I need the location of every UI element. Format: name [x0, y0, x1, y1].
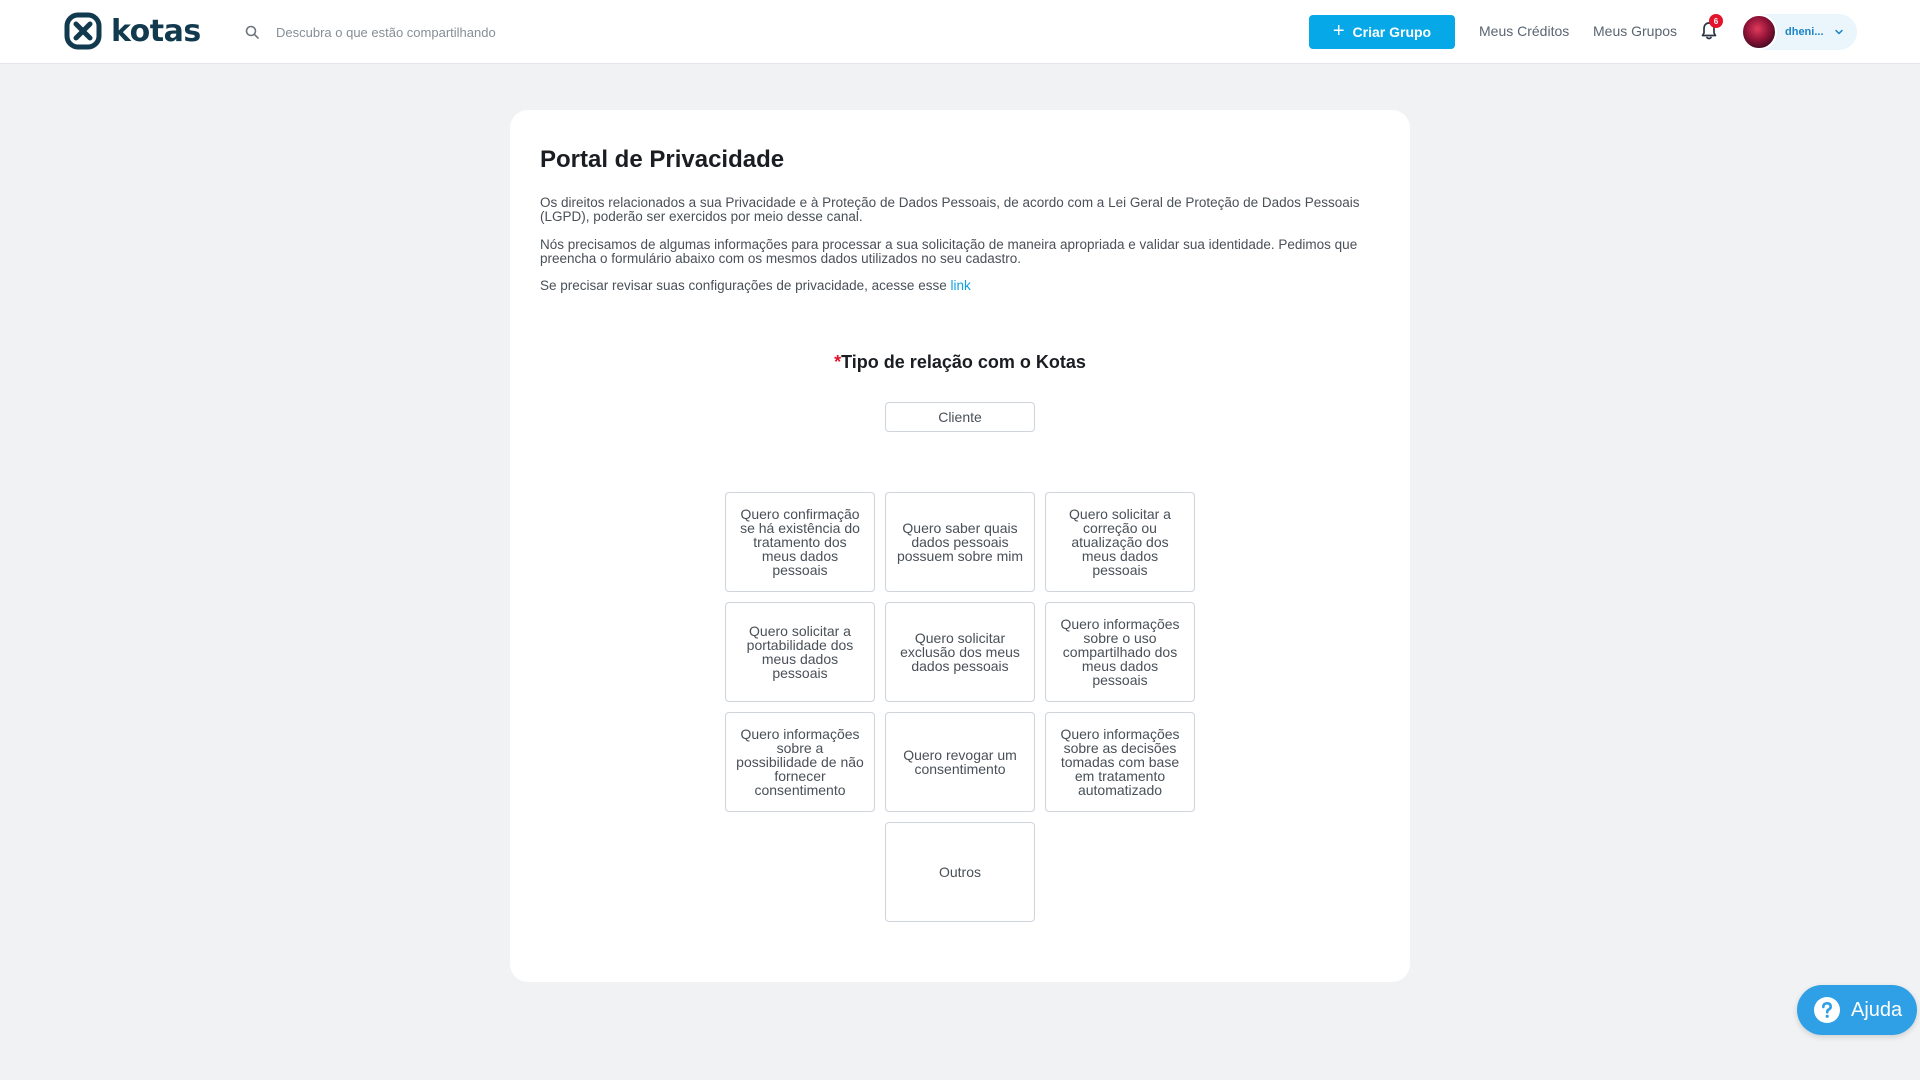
request-option-automated-decisions[interactable]: Quero informações sobre as decisões toma… — [1045, 712, 1195, 812]
plus-icon: + — [1332, 20, 1345, 42]
request-option-know-data[interactable]: Quero saber quais dados pessoais possuem… — [885, 492, 1035, 592]
chevron-down-icon — [1834, 29, 1843, 35]
question-circle-icon — [1814, 997, 1840, 1023]
relation-type-heading: *Tipo de relação com o Kotas — [510, 352, 1410, 373]
identity-paragraph: Nós precisamos de algumas informações pa… — [540, 237, 1358, 266]
relation-type-label: Tipo de relação com o Kotas — [841, 352, 1086, 372]
user-menu[interactable]: dheni... — [1741, 14, 1857, 50]
kotas-logo-icon — [64, 12, 102, 50]
settings-text: Se precisar revisar suas configurações d… — [540, 278, 951, 293]
request-option-portability[interactable]: Quero solicitar a portabilidade dos meus… — [725, 602, 875, 702]
privacy-settings-link[interactable]: link — [950, 278, 970, 293]
intro-paragraph: Os direitos relacionados a sua Privacida… — [540, 195, 1360, 224]
avatar — [1741, 14, 1777, 50]
nav-my-groups[interactable]: Meus Grupos — [1593, 23, 1677, 39]
request-option-correction[interactable]: Quero solicitar a correção ou atualizaçã… — [1045, 492, 1195, 592]
search-icon[interactable] — [245, 25, 259, 39]
top-navbar: kotas + Criar Grupo Meus Créditos Meus G… — [0, 0, 1920, 64]
request-option-revoke-consent[interactable]: Quero revogar um consentimento — [885, 712, 1035, 812]
create-group-label: Criar Grupo — [1352, 24, 1432, 40]
kotas-logo[interactable]: kotas — [63, 11, 201, 51]
page-title: Portal de Privacidade — [540, 146, 785, 173]
notification-count-badge: 6 — [1709, 14, 1723, 28]
relation-type-client-option[interactable]: Cliente — [885, 402, 1035, 432]
request-option-shared-use[interactable]: Quero informações sobre o uso compartilh… — [1045, 602, 1195, 702]
nav-my-credits[interactable]: Meus Créditos — [1479, 23, 1569, 39]
request-option-no-consent[interactable]: Quero informações sobre a possibilidade … — [725, 712, 875, 812]
request-option-other[interactable]: Outros — [885, 822, 1035, 922]
search-input[interactable] — [276, 24, 576, 40]
search-bar — [245, 18, 605, 46]
help-label: Ajuda — [1851, 998, 1903, 1021]
logo-text: kotas — [111, 13, 201, 49]
privacy-portal-card: Portal de Privacidade Os direitos relaci… — [510, 110, 1410, 982]
user-name: dheni... — [1785, 26, 1824, 38]
request-option-confirm-treatment[interactable]: Quero confirmação se há existência do tr… — [725, 492, 875, 592]
help-button[interactable]: Ajuda — [1797, 985, 1917, 1035]
settings-paragraph: Se precisar revisar suas configurações d… — [540, 279, 1380, 293]
create-group-button[interactable]: + Criar Grupo — [1309, 15, 1455, 49]
request-option-deletion[interactable]: Quero solicitar exclusão dos meus dados … — [885, 602, 1035, 702]
